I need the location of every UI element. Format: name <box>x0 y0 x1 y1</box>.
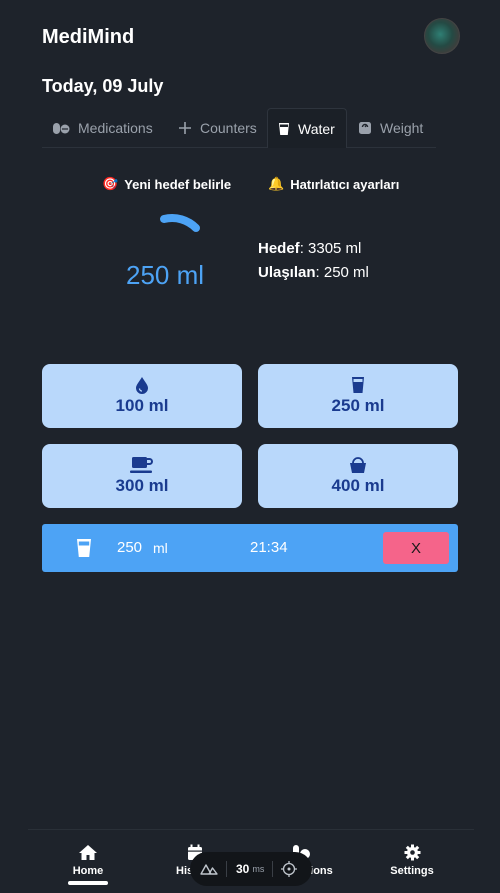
add-250ml-button[interactable]: 250 ml <box>258 364 458 428</box>
entry-amount: 250 <box>117 539 143 556</box>
pills-icon <box>53 123 70 134</box>
reminder-settings-button[interactable]: 🔔 Hatırlatıcı ayarları <box>268 176 399 192</box>
gear-icon <box>404 844 420 861</box>
devtools-pill[interactable]: 30 ms <box>190 852 312 886</box>
tab-label: Medications <box>78 120 153 136</box>
set-goal-button[interactable]: 🎯 Yeni hedef belirle <box>102 176 231 192</box>
tab-counters[interactable]: Counters <box>168 108 267 148</box>
tab-label: Counters <box>200 120 257 136</box>
tab-label: Weight <box>380 120 424 136</box>
water-entry-row: 250 ml 21:34 X <box>42 524 458 572</box>
set-goal-label: Yeni hedef belirle <box>124 176 232 192</box>
water-progress-arc <box>160 214 200 232</box>
render-time-unit: ms <box>252 864 265 874</box>
reached-value: : 250 ml <box>315 264 369 281</box>
reached-row: Ulaşılan: 250 ml <box>258 261 369 285</box>
current-water-amount: 250 ml <box>126 260 205 290</box>
nuxt-logo-icon <box>200 864 218 875</box>
add-100ml-button[interactable]: 100 ml <box>42 364 242 428</box>
add-300ml-button[interactable]: 300 ml <box>42 444 242 508</box>
delete-entry-button[interactable]: X <box>383 532 449 564</box>
plus-icon <box>179 122 191 134</box>
water-actions: 🎯 Yeni hedef belirle 🔔 Hatırlatıcı ayarl… <box>0 176 500 196</box>
tab-weight[interactable]: Weight <box>348 108 433 148</box>
mug-icon <box>130 457 153 473</box>
glass-icon <box>77 539 91 557</box>
water-stats: Hedef: 3305 ml Ulaşılan: 250 ml <box>258 237 369 285</box>
goal-row: Hedef: 3305 ml <box>258 237 369 261</box>
goal-label: Hedef <box>258 240 300 257</box>
app-header: MediMind <box>42 18 460 54</box>
entry-unit: ml <box>153 540 168 556</box>
app-title: MediMind <box>42 26 135 48</box>
page-date: Today, 09 July <box>42 76 164 96</box>
target-icon: 🎯 <box>102 176 119 191</box>
bucket-icon <box>350 457 366 473</box>
nav-label: Settings <box>390 865 434 877</box>
active-nav-indicator <box>68 881 108 885</box>
quick-add-label: 250 ml <box>331 396 385 415</box>
tab-bar: Medications Counters Water Weight <box>42 108 436 148</box>
glass-icon <box>279 122 289 135</box>
reminder-settings-label: Hatırlatıcı ayarları <box>290 176 400 192</box>
avatar[interactable] <box>424 18 460 54</box>
add-400ml-button[interactable]: 400 ml <box>258 444 458 508</box>
divider <box>272 861 274 877</box>
tab-water[interactable]: Water <box>267 108 347 148</box>
glass-icon <box>352 377 364 393</box>
home-icon <box>79 845 97 860</box>
nav-home[interactable]: Home <box>38 844 138 877</box>
tab-label: Water <box>298 120 335 137</box>
entry-time: 21:34 <box>250 539 288 556</box>
quick-add-label: 100 ml <box>115 396 169 415</box>
crosshair-icon <box>281 861 298 877</box>
drop-icon <box>136 377 148 394</box>
scale-icon <box>359 122 371 134</box>
divider <box>226 861 227 877</box>
quick-add-label: 300 ml <box>115 476 169 495</box>
goal-value: : 3305 ml <box>299 240 362 257</box>
nav-settings[interactable]: Settings <box>362 844 462 877</box>
bell-icon: 🔔 <box>268 176 285 191</box>
quick-add-label: 400 ml <box>331 476 385 495</box>
render-time-value: 30 <box>236 862 250 876</box>
nav-label: Home <box>72 865 104 877</box>
reached-label: Ulaşılan <box>258 264 316 281</box>
tab-medications[interactable]: Medications <box>42 108 163 148</box>
